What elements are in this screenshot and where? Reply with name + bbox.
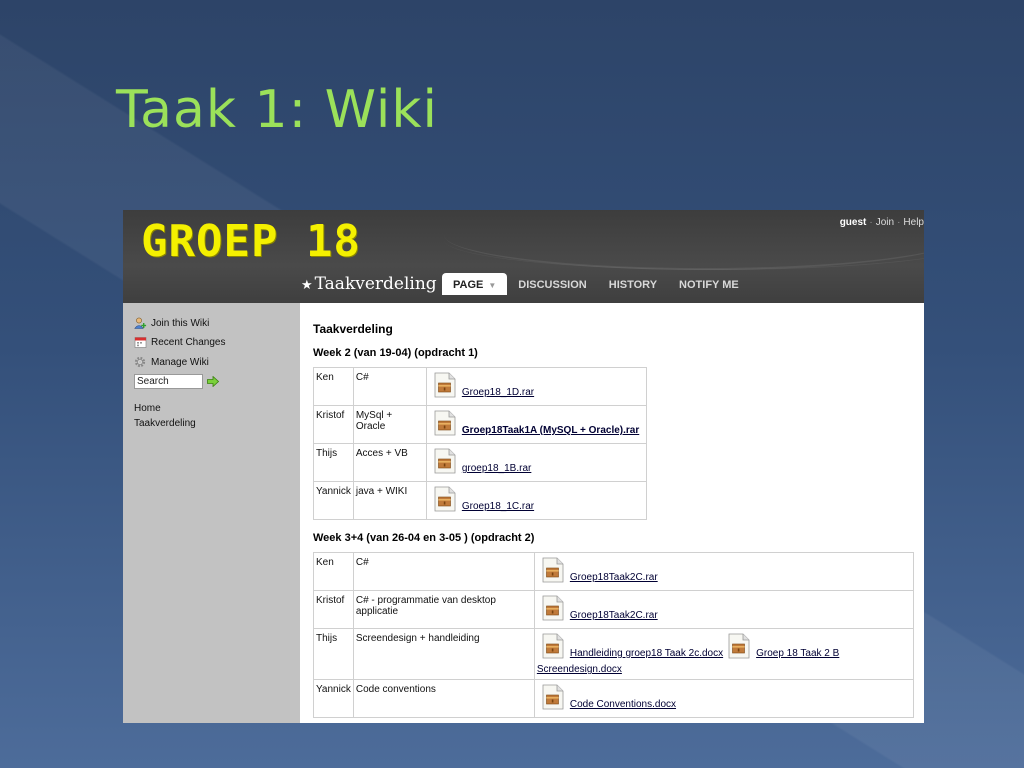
archive-file-icon	[434, 410, 456, 436]
file-cell: Handleiding groep18 Taak 2c.docx Groep 18…	[533, 628, 914, 680]
help-link[interactable]: Help	[903, 217, 924, 228]
member-name: Kristof	[313, 590, 354, 629]
file-attachment[interactable]: Groep 18 Taak 2 B	[728, 633, 839, 659]
archive-file-icon	[728, 633, 750, 659]
file-attachment[interactable]: Groep18_1D.rar	[434, 372, 534, 398]
task-name: Acces + VB	[352, 443, 427, 482]
user-links: guest · Join · Help	[840, 217, 924, 228]
file-cell: Code Conventions.docx	[533, 679, 914, 718]
file-link[interactable]: Handleiding groep18 Taak 2c.docx	[570, 648, 723, 659]
table-row: Kristof MySql + Oracle Groep18Taak1A (My…	[313, 405, 647, 444]
content-heading: Taakverdeling	[313, 322, 393, 336]
week2-title: Week 2 (van 19-04) (opdracht 1)	[313, 347, 478, 359]
file-cell: Groep18_1C.rar	[425, 481, 647, 520]
archive-file-icon	[434, 486, 456, 512]
wiki-header: GROEP 18 guest · Join · Help ★ Taakverdeling …	[123, 210, 924, 303]
table-row: Kristof C# - programmatie van desktop ap…	[313, 590, 914, 629]
archive-file-icon	[542, 557, 564, 583]
tab-notify-me[interactable]: NOTIFY ME	[668, 273, 750, 295]
sidebar-item-recent-changes[interactable]: Recent Changes	[134, 336, 226, 348]
file-cell: groep18_1B.rar	[425, 443, 647, 482]
separator: ·	[897, 217, 901, 228]
sidebar: Join this Wiki Recent Changes Manage Wik…	[123, 303, 300, 723]
archive-file-icon	[542, 595, 564, 621]
archive-file-icon	[434, 372, 456, 398]
page-name-text: Taakverdeling	[314, 274, 437, 294]
sidebar-item-label: Manage Wiki	[151, 356, 209, 368]
wiki-screenshot: GROEP 18 guest · Join · Help ★ Taakverdeling …	[123, 210, 924, 723]
member-name: Ken	[313, 552, 354, 591]
file-link[interactable]: Groep18Taak2C.rar	[570, 572, 658, 583]
file-link[interactable]: Groep 18 Taak 2 B	[756, 648, 839, 659]
member-name: Thijs	[313, 628, 354, 680]
tab-page[interactable]: PAGE ▼	[442, 273, 508, 295]
sidebar-item-manage-wiki[interactable]: Manage Wiki	[134, 356, 209, 368]
member-name: Kristof	[313, 405, 354, 444]
file-attachment[interactable]: Code Conventions.docx	[542, 684, 676, 710]
tab-page-label: PAGE	[453, 279, 484, 291]
file-cell: Groep18Taak2C.rar	[533, 552, 914, 591]
file-attachment[interactable]: Handleiding groep18 Taak 2c.docx	[542, 633, 723, 659]
join-link[interactable]: Join	[876, 217, 894, 228]
chevron-down-icon: ▼	[488, 281, 497, 290]
user-add-icon	[134, 317, 147, 329]
task-name: C#	[352, 552, 535, 591]
wiki-logo[interactable]: GROEP 18	[141, 216, 361, 267]
task-name: Screendesign + handleiding	[352, 628, 535, 680]
week2-table: Ken C# Groep18_1D.rar Kristof MySql + Or…	[313, 367, 647, 520]
archive-file-icon	[434, 448, 456, 474]
table-row: Thijs Acces + VB groep18_1B.rar	[313, 443, 647, 482]
file-link[interactable]: Code Conventions.docx	[570, 699, 676, 710]
file-link[interactable]: groep18_1B.rar	[462, 463, 532, 474]
page-name: ★ Taakverdeling	[301, 274, 437, 294]
archive-file-icon	[542, 684, 564, 710]
table-row: Thijs Screendesign + handleiding Handlei…	[313, 628, 914, 680]
task-name: Code conventions	[352, 679, 535, 718]
arrow-right-icon[interactable]	[207, 376, 219, 387]
search-input[interactable]	[134, 374, 203, 389]
tab-discussion[interactable]: DISCUSSION	[507, 273, 597, 295]
guest-label: guest	[839, 217, 867, 228]
file-link[interactable]: Groep18_1C.rar	[462, 501, 534, 512]
sidebar-item-label: Recent Changes	[151, 336, 226, 348]
member-name: Yannick	[313, 679, 354, 718]
gear-icon	[134, 356, 146, 368]
member-name: Yannick	[313, 481, 354, 520]
table-row: Ken C# Groep18Taak2C.rar	[313, 552, 914, 591]
sidebar-item-label: Join this Wiki	[151, 317, 210, 329]
task-name: C# - programmatie van desktop applicatie	[352, 590, 535, 629]
week34-title: Week 3+4 (van 26-04 en 3-05 ) (opdracht …	[313, 532, 535, 544]
file-attachment[interactable]: groep18_1B.rar	[434, 448, 532, 474]
nav-link-home[interactable]: Home	[134, 403, 161, 414]
file-link[interactable]: Groep18Taak2C.rar	[570, 610, 658, 621]
slide-title: Taak 1: Wiki	[116, 80, 438, 140]
file-cell: Groep18Taak1A (MySQL + Oracle).rar	[425, 405, 647, 444]
separator: ·	[869, 217, 873, 228]
file-attachment[interactable]: Groep18Taak1A (MySQL + Oracle).rar	[434, 410, 639, 436]
calendar-icon	[134, 337, 147, 348]
file-attachment[interactable]: Groep18Taak2C.rar	[542, 595, 658, 621]
archive-file-icon	[542, 633, 564, 659]
file-cell: Groep18Taak2C.rar	[533, 590, 914, 629]
member-name: Thijs	[313, 443, 354, 482]
table-row: Yannick Code conventions Code Convention…	[313, 679, 914, 718]
page-tabs: PAGE ▼ DISCUSSION HISTORY NOTIFY ME	[442, 273, 750, 295]
file-attachment[interactable]: Groep18_1C.rar	[434, 486, 534, 512]
task-name: C#	[352, 367, 427, 406]
table-row: Ken C# Groep18_1D.rar	[313, 367, 647, 406]
sidebar-item-join-wiki[interactable]: Join this Wiki	[134, 317, 209, 329]
member-name: Ken	[313, 367, 354, 406]
file-link[interactable]: Groep18_1D.rar	[462, 387, 534, 398]
task-name: java + WIKI	[352, 481, 427, 520]
week34-table: Ken C# Groep18Taak2C.rar Kristof C# - pr…	[313, 552, 914, 718]
task-name: MySql + Oracle	[352, 405, 427, 444]
file-cell: Groep18_1D.rar	[425, 367, 647, 406]
file-link[interactable]: Groep18Taak1A (MySQL + Oracle).rar	[462, 425, 639, 436]
star-icon[interactable]: ★	[301, 278, 313, 293]
file-link-continued[interactable]: Screendesign.docx	[537, 664, 622, 675]
file-attachment[interactable]: Groep18Taak2C.rar	[542, 557, 658, 583]
tab-history[interactable]: HISTORY	[598, 273, 668, 295]
nav-link-taakverdeling[interactable]: Taakverdeling	[134, 418, 196, 429]
table-row: Yannick java + WIKI Groep18_1C.rar	[313, 481, 647, 520]
